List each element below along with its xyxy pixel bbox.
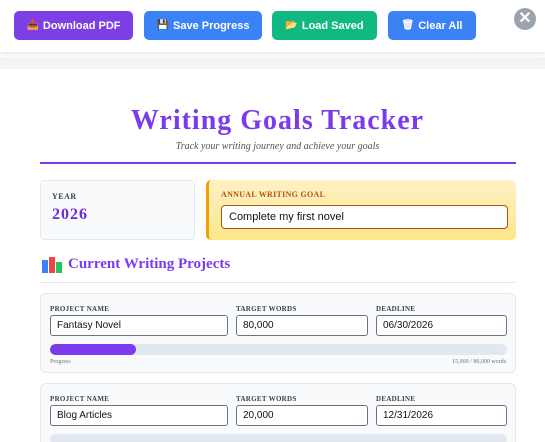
annual-goal-input[interactable]: Complete my first novel (221, 205, 508, 229)
save-progress-label: Save Progress (173, 19, 250, 32)
progress-bar (50, 434, 507, 442)
target-words-label: TARGET WORDS (236, 305, 297, 313)
year-box: YEAR 2026 (40, 180, 195, 240)
project-card: PROJECT NAME TARGET WORDS DEADLINE Blog … (40, 383, 516, 442)
floppy-disk-icon: 💾 (156, 19, 169, 31)
target-words-input[interactable]: 20,000 (236, 405, 368, 426)
project-name-input[interactable]: Fantasy Novel (50, 315, 228, 336)
page-title: Writing Goals Tracker (130, 105, 425, 136)
download-pdf-label: Download PDF (42, 19, 121, 32)
folder-icon: 📂 (285, 19, 298, 31)
project-name-input[interactable]: Blog Articles (50, 405, 228, 426)
year-label: YEAR (52, 192, 77, 201)
project-name-label: PROJECT NAME (50, 395, 110, 403)
page-subtitle: Track your writing journey and achieve y… (175, 141, 380, 152)
project-card: PROJECT NAME TARGET WORDS DEADLINE Fanta… (40, 293, 516, 373)
progress-fill (50, 344, 136, 355)
header-divider (40, 162, 516, 164)
toolbar: 📥 Download PDF 💾 Save Progress 📂 Load Sa… (0, 0, 545, 52)
separator-band (0, 57, 545, 69)
save-progress-button[interactable]: 💾 Save Progress (144, 11, 262, 40)
download-icon: 📥 (26, 19, 39, 31)
clear-all-label: Clear All (418, 19, 463, 32)
trash-icon: 🗑 (401, 19, 415, 31)
download-pdf-button[interactable]: 📥 Download PDF (14, 11, 133, 40)
target-words-input[interactable]: 80,000 (236, 315, 368, 336)
deadline-input[interactable]: 12/31/2026 (376, 405, 507, 426)
clear-all-button[interactable]: 🗑 Clear All (388, 11, 476, 40)
target-words-label: TARGET WORDS (236, 395, 297, 403)
close-button[interactable]: ✕ (514, 8, 536, 30)
load-saved-label: Load Saved (301, 19, 364, 32)
project-name-label: PROJECT NAME (50, 305, 110, 313)
annual-goal-label: ANNUAL WRITING GOAL (221, 190, 326, 199)
progress-count: 15,000 / 80,000 words (452, 359, 506, 365)
deadline-label: DEADLINE (376, 305, 416, 313)
section-divider (40, 282, 516, 283)
load-saved-button[interactable]: 📂 Load Saved (272, 11, 377, 40)
year-value[interactable]: 2026 (52, 206, 88, 224)
deadline-label: DEADLINE (376, 395, 416, 403)
books-icon (42, 257, 62, 273)
progress-bar (50, 344, 507, 355)
progress-label: Progress (50, 359, 71, 365)
deadline-input[interactable]: 06/30/2026 (376, 315, 507, 336)
section-title: Current Writing Projects (68, 256, 231, 272)
annual-goal-box: ANNUAL WRITING GOAL Complete my first no… (206, 180, 516, 240)
